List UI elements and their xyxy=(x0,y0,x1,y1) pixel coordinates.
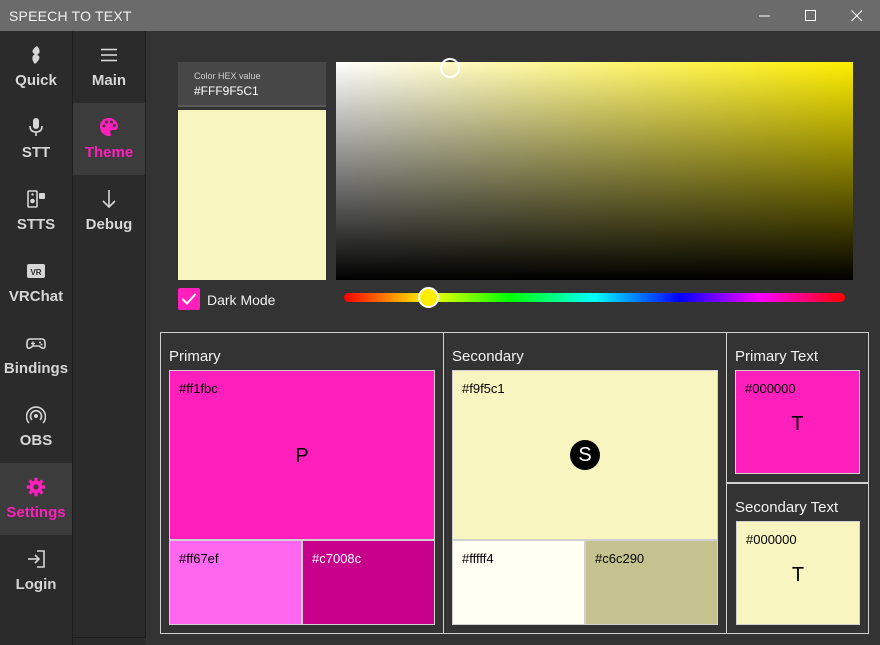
primary-text-letter: T xyxy=(791,413,804,435)
minimize-button[interactable] xyxy=(742,0,788,31)
primary-text-hex: #000000 xyxy=(745,381,796,396)
maximize-icon xyxy=(805,10,816,21)
title-bar: SPEECH TO TEXT xyxy=(0,0,880,31)
primary-nav: Quick STT STTS VR VRChat Bindings OBS Se… xyxy=(0,31,73,645)
secondary-main-swatch[interactable]: #f9f5c1 S xyxy=(452,370,718,540)
close-icon xyxy=(851,10,863,22)
nav-item-obs[interactable]: OBS xyxy=(0,391,72,463)
subnav-item-debug[interactable]: Debug xyxy=(73,175,145,247)
nav-item-vrchat[interactable]: VR VRChat xyxy=(0,247,72,319)
hex-value-field[interactable]: Color HEX value #FFF9F5C1 xyxy=(178,62,326,107)
speaker-icon xyxy=(27,190,45,208)
primary-text-title: Primary Text xyxy=(735,348,819,365)
secondary-dark-hex: #c6c290 xyxy=(595,551,645,566)
lightning-icon xyxy=(32,46,40,64)
secondary-main-letter: S xyxy=(570,440,600,470)
minimize-icon xyxy=(759,15,770,17)
gear-icon xyxy=(26,477,46,497)
primary-light-swatch[interactable]: #ff67ef xyxy=(169,540,302,625)
svg-text:VR: VR xyxy=(30,268,41,277)
primary-text-swatch[interactable]: #000000 T xyxy=(735,370,860,474)
primary-dark-hex: #c7008c xyxy=(312,551,362,566)
secondary-text-letter: T xyxy=(791,564,805,586)
saturation-value-picker[interactable] xyxy=(336,62,853,280)
nav-item-bindings[interactable]: Bindings xyxy=(0,319,72,391)
secondary-nav: Main Theme Debug xyxy=(73,31,146,638)
hex-field-value: #FFF9F5C1 xyxy=(194,84,259,98)
window-title: SPEECH TO TEXT xyxy=(9,8,132,24)
secondary-dark-swatch[interactable]: #c6c290 xyxy=(585,540,718,625)
primary-dark-swatch[interactable]: #c7008c xyxy=(302,540,435,625)
primary-main-letter: P xyxy=(295,445,309,467)
arrow-down-icon xyxy=(102,190,116,209)
secondary-main-hex: #f9f5c1 xyxy=(462,381,505,396)
subnav-item-label: Theme xyxy=(84,144,134,161)
nav-item-quick[interactable]: Quick xyxy=(0,31,72,103)
nav-item-label: Login xyxy=(15,576,57,593)
nav-item-label: OBS xyxy=(19,432,53,449)
vr-icon: VR xyxy=(27,264,45,278)
primary-main-swatch[interactable]: #ff1fbc P xyxy=(169,370,435,540)
color-preview-swatch xyxy=(178,110,326,280)
hex-field-label: Color HEX value xyxy=(194,71,261,81)
nav-item-stt[interactable]: STT xyxy=(0,103,72,175)
subnav-item-theme[interactable]: Theme xyxy=(73,103,145,175)
hue-slider-thumb[interactable] xyxy=(418,287,439,308)
subnav-item-label: Debug xyxy=(85,216,133,233)
dark-mode-label: Dark Mode xyxy=(207,292,276,308)
nav-item-login[interactable]: Login xyxy=(0,535,72,607)
maximize-button[interactable] xyxy=(788,0,834,31)
secondary-text-swatch[interactable]: #000000 T xyxy=(736,521,860,625)
secondary-title: Secondary xyxy=(452,348,524,365)
nav-item-label: STTS xyxy=(16,216,56,233)
primary-main-hex: #ff1fbc xyxy=(179,381,218,396)
secondary-text-hex: #000000 xyxy=(746,532,797,547)
nav-item-label: VRChat xyxy=(8,288,64,305)
close-button[interactable] xyxy=(834,0,880,31)
broadcast-icon xyxy=(26,406,46,424)
hamburger-icon xyxy=(101,48,117,62)
nav-item-settings[interactable]: Settings xyxy=(0,463,72,535)
secondary-light-hex: #fffff4 xyxy=(462,551,494,566)
nav-item-label: Settings xyxy=(6,504,66,521)
nav-item-label: Quick xyxy=(15,72,57,89)
gamepad-icon xyxy=(26,338,46,350)
subnav-item-label: Main xyxy=(91,72,127,89)
nav-item-label: Bindings xyxy=(3,360,69,377)
nav-item-stts[interactable]: STTS xyxy=(0,175,72,247)
login-icon xyxy=(28,550,45,568)
nav-item-label: STT xyxy=(21,144,51,161)
color-picker-thumb[interactable] xyxy=(440,58,460,78)
primary-light-hex: #ff67ef xyxy=(179,551,219,566)
palette-icon xyxy=(100,118,118,136)
secondary-text-title: Secondary Text xyxy=(735,499,839,516)
checkmark-icon xyxy=(181,293,197,305)
microphone-icon xyxy=(29,118,43,136)
subnav-item-main[interactable]: Main xyxy=(73,31,145,103)
primary-title: Primary xyxy=(169,348,221,365)
secondary-light-swatch[interactable]: #fffff4 xyxy=(452,540,585,625)
dark-mode-checkbox[interactable] xyxy=(178,288,200,310)
